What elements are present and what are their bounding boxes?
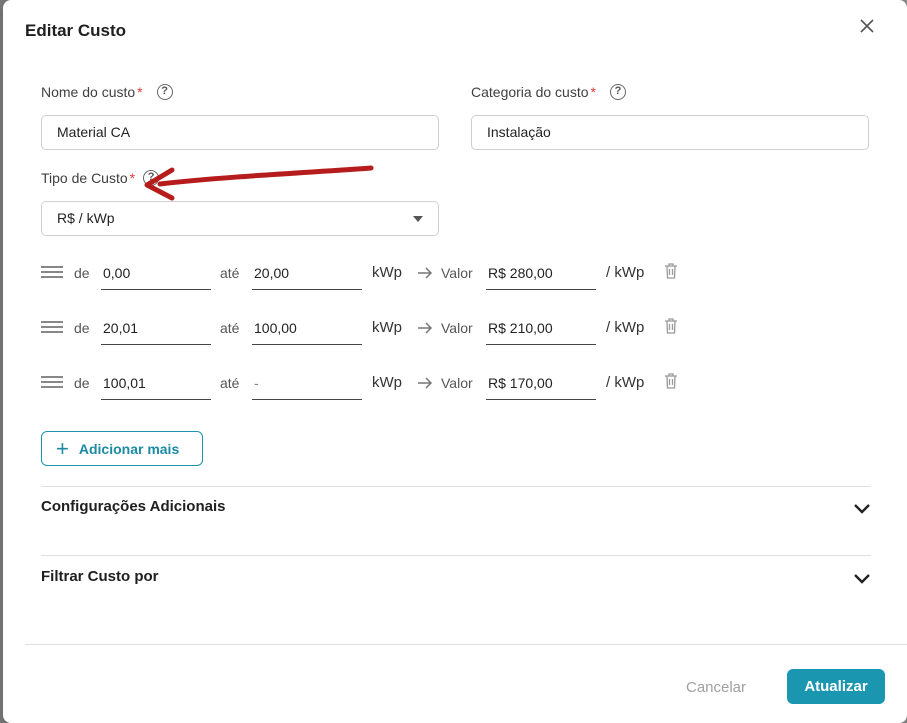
cancel-button[interactable]: Cancelar — [671, 672, 761, 704]
from-label: de — [74, 265, 90, 281]
range-from-input[interactable]: 20,01 — [101, 313, 211, 345]
footer-divider — [25, 644, 907, 645]
from-label: de — [74, 320, 90, 336]
range-from-input[interactable]: 0,00 — [101, 258, 211, 290]
unit-label: kWp — [372, 374, 402, 391]
range-row: de 20,01 até 100,00 kWp Valor R$ 210,00 … — [41, 313, 681, 347]
trash-icon[interactable] — [664, 317, 678, 335]
range-row: de 100,01 até - kWp Valor R$ 170,00 / kW… — [41, 368, 681, 402]
cost-category-label-text: Categoria do custo — [471, 84, 589, 100]
unit-label: kWp — [372, 319, 402, 336]
arrow-right-icon — [418, 377, 433, 389]
drag-handle-icon[interactable] — [41, 321, 63, 335]
per-unit-label: / kWp — [606, 374, 645, 391]
range-value-input[interactable]: R$ 280,00 — [486, 258, 596, 290]
per-unit-label: / kWp — [606, 319, 645, 336]
filter-cost-title: Filtrar Custo por — [41, 568, 159, 585]
modal-title: Editar Custo — [25, 21, 127, 40]
add-more-label: Adicionar mais — [78, 440, 180, 457]
chevron-down-icon — [854, 574, 870, 584]
required-mark: * — [590, 84, 596, 100]
chevron-down-icon — [854, 504, 870, 514]
cost-type-select[interactable]: R$ / kWp — [41, 201, 439, 236]
dropdown-arrow-icon — [413, 216, 423, 222]
value-label: Valor — [441, 265, 473, 281]
from-label: de — [74, 375, 90, 391]
per-unit-label: / kWp — [606, 264, 645, 281]
section-divider — [41, 555, 871, 556]
section-divider — [41, 486, 871, 487]
plus-icon: + — [56, 435, 69, 461]
cost-type-label-text: Tipo de Custo — [41, 170, 128, 186]
range-to-input[interactable]: - — [252, 368, 362, 400]
to-label: até — [220, 375, 240, 391]
filter-cost-section[interactable]: Filtrar Custo por — [41, 568, 871, 598]
trash-icon[interactable] — [664, 372, 678, 390]
to-label: até — [220, 320, 240, 336]
arrow-right-icon — [418, 267, 433, 279]
arrow-right-icon — [418, 322, 433, 334]
edit-cost-modal: Editar Custo Nome do custo * ? Material … — [3, 0, 907, 723]
range-value-input[interactable]: R$ 210,00 — [486, 313, 596, 345]
cost-name-label-text: Nome do custo — [41, 84, 136, 100]
cost-type-label: Tipo de Custo * ? — [41, 170, 160, 186]
required-mark: * — [129, 170, 136, 186]
add-more-button[interactable]: + Adicionar mais — [41, 431, 203, 466]
cost-type-selected-value: R$ / kWp — [57, 210, 115, 226]
value-label: Valor — [441, 320, 473, 336]
update-button[interactable]: Atualizar — [787, 669, 885, 704]
range-to-input[interactable]: 100,00 — [252, 313, 362, 345]
help-icon[interactable]: ? — [609, 84, 626, 100]
drag-handle-icon[interactable] — [41, 266, 63, 280]
cost-name-input[interactable]: Material CA — [41, 115, 439, 150]
cost-name-label: Nome do custo * ? — [41, 84, 173, 100]
to-label: até — [220, 265, 240, 281]
close-icon[interactable] — [855, 14, 879, 38]
additional-settings-title: Configurações Adicionais — [41, 498, 226, 515]
trash-icon[interactable] — [664, 262, 678, 280]
range-from-input[interactable]: 100,01 — [101, 368, 211, 400]
cost-category-label: Categoria do custo * ? — [471, 84, 626, 100]
required-mark: * — [137, 84, 143, 100]
additional-settings-section[interactable]: Configurações Adicionais — [41, 498, 871, 528]
range-row: de 0,00 até 20,00 kWp Valor R$ 280,00 / … — [41, 258, 681, 292]
help-icon[interactable]: ? — [143, 170, 160, 186]
cost-category-input[interactable]: Instalação — [471, 115, 869, 150]
drag-handle-icon[interactable] — [41, 376, 63, 390]
value-label: Valor — [441, 375, 473, 391]
help-icon[interactable]: ? — [156, 84, 173, 100]
range-to-input[interactable]: 20,00 — [252, 258, 362, 290]
range-value-input[interactable]: R$ 170,00 — [486, 368, 596, 400]
unit-label: kWp — [372, 264, 402, 281]
